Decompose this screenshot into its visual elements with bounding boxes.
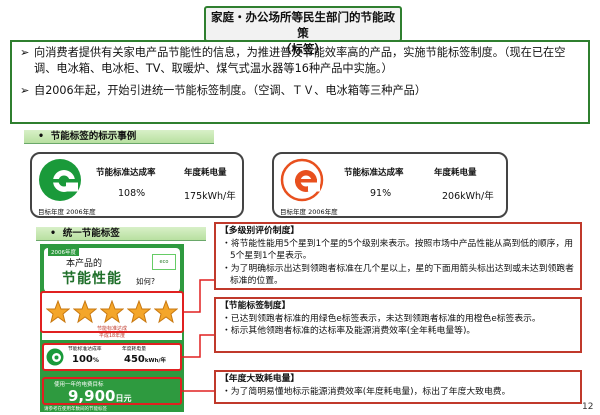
annotation-heading: 【年度大致耗电量】 <box>220 374 300 384</box>
annotation-item: ・为了明确标示出达到领跑者标准在几个星以上，星的下面用箭头标出达到或未达到领跑者… <box>222 263 574 287</box>
page-number: 12 <box>582 402 594 412</box>
annotation-annual-power: 【年度大致耗电量】 ・为了简明易懂地标示能源消费效率(年度耗电量)，标出了年度大… <box>214 370 582 404</box>
annotation-multilevel: 【多级别评价制度】 ・将节能性能用5个星到1个星的5个级别来表示。按照市场中产品… <box>214 222 582 290</box>
annotation-item: ・标示其他领跑者标准的达标率及能源消费效率(全年耗电量等)。 <box>222 326 476 336</box>
annotation-heading: 【节能标签制度】 <box>220 301 291 311</box>
annotation-heading: 【多级别评价制度】 <box>220 226 300 236</box>
annotation-item: ・已达到领跑者标准的用绿色e标签表示，未达到领跑者标准的用橙色e标签表示。 <box>222 313 541 324</box>
annotation-item: ・将节能性能用5个星到1个星的5个级别来表示。按照市场中产品性能从高到低的顺序，… <box>222 238 574 262</box>
annotation-item: ・为了简明易懂地标示能源消费效率(年度耗电量)，标出了年度大致电费。 <box>222 386 511 397</box>
annotation-label-system: 【节能标签制度】 ・已达到领跑者标准的用绿色e标签表示，未达到领跑者标准的用橙色… <box>214 297 582 353</box>
